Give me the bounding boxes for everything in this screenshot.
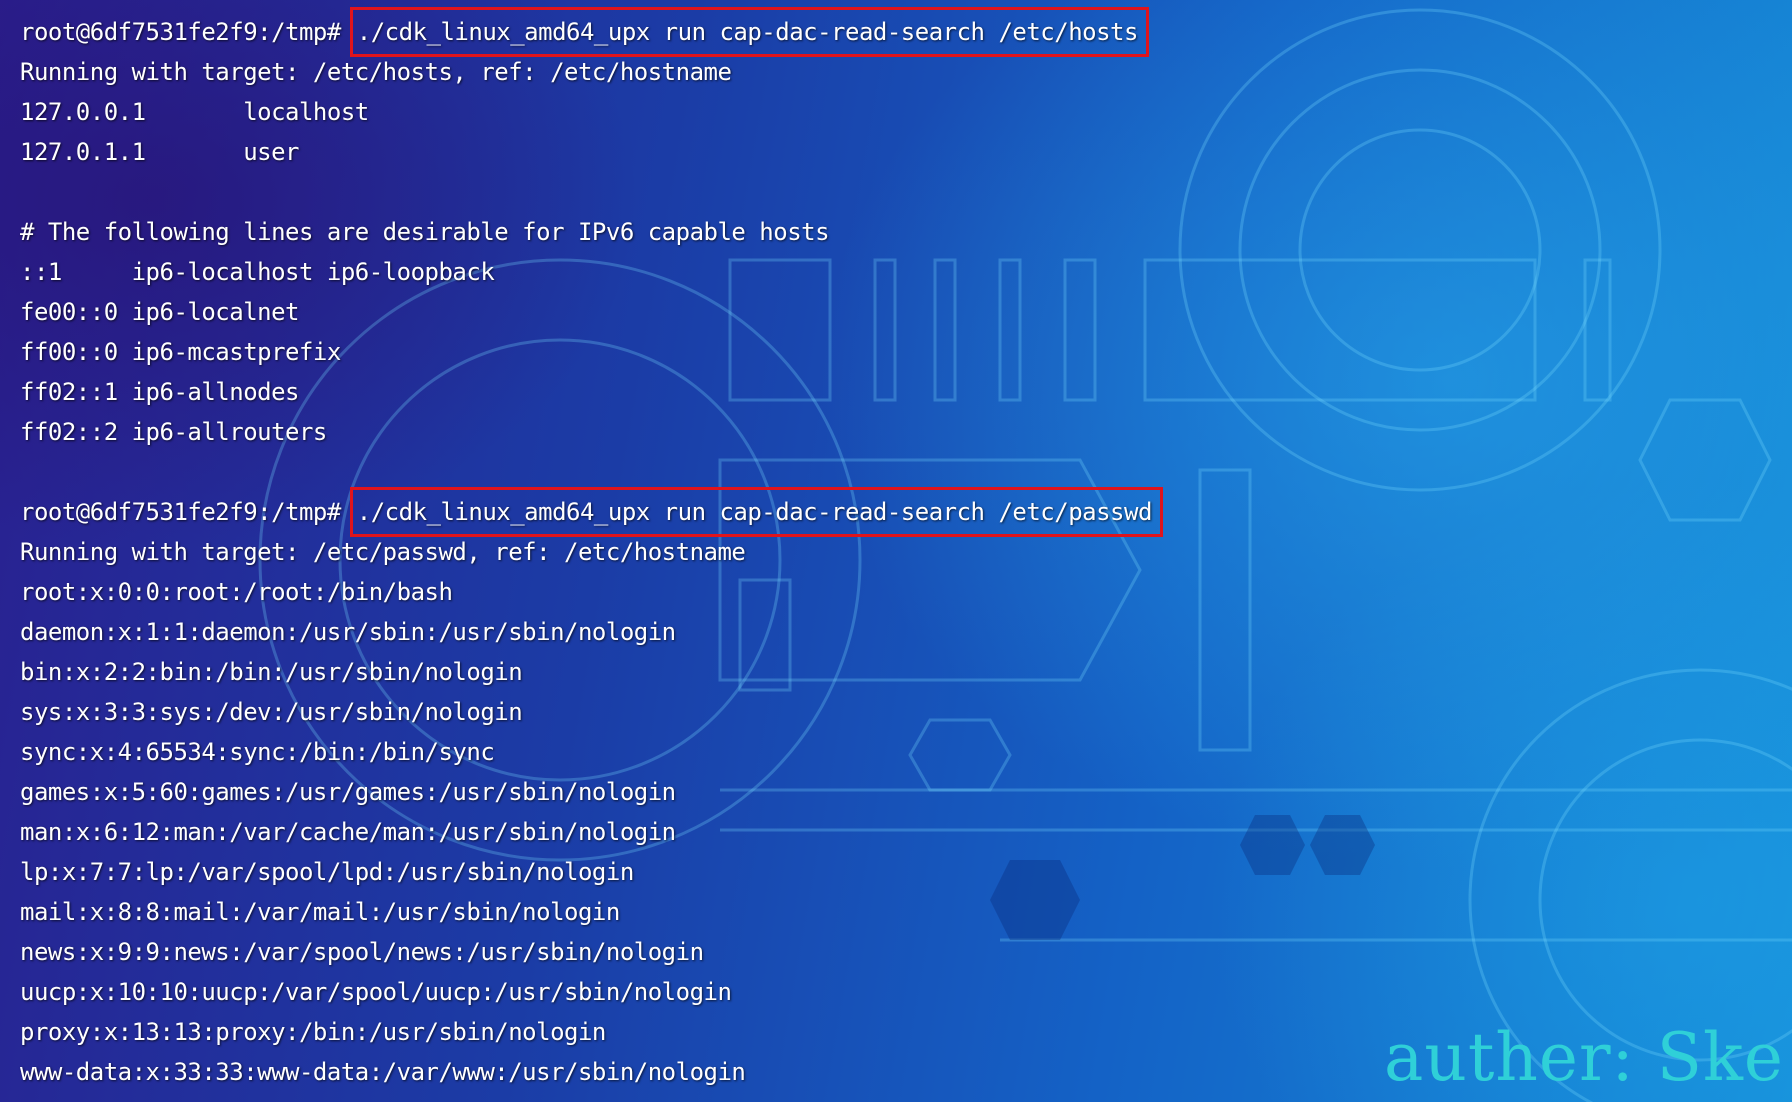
terminal-line: proxy:x:13:13:proxy:/bin:/usr/sbin/nolog…: [20, 1018, 606, 1046]
terminal-line: ff02::1 ip6-allnodes: [20, 378, 299, 406]
terminal-line: games:x:5:60:games:/usr/games:/usr/sbin/…: [20, 778, 676, 806]
terminal-line: 127.0.1.1 user: [20, 138, 299, 166]
highlighted-command: ./cdk_linux_amd64_upx run cap-dac-read-s…: [349, 487, 1163, 537]
terminal-line: 127.0.0.1 localhost: [20, 98, 369, 126]
terminal-line: daemon:x:1:1:daemon:/usr/sbin:/usr/sbin/…: [20, 618, 676, 646]
terminal-line: news:x:9:9:news:/var/spool/news:/usr/sbi…: [20, 938, 704, 966]
terminal-line: ::1 ip6-localhost ip6-loopback: [20, 258, 495, 286]
terminal-line: root@6df7531fe2f9:/tmp# ./cdk_linux_amd6…: [20, 487, 1163, 537]
terminal-line: ff00::0 ip6-mcastprefix: [20, 338, 341, 366]
terminal-line: ff02::2 ip6-allrouters: [20, 418, 327, 446]
shell-prompt: root@6df7531fe2f9:/tmp#: [20, 18, 355, 46]
terminal-line: lp:x:7:7:lp:/var/spool/lpd:/usr/sbin/nol…: [20, 858, 634, 886]
terminal-line: sys:x:3:3:sys:/dev:/usr/sbin/nologin: [20, 698, 523, 726]
terminal-output: root@6df7531fe2f9:/tmp# ./cdk_linux_amd6…: [20, 7, 1163, 1092]
highlighted-command: ./cdk_linux_amd64_upx run cap-dac-read-s…: [349, 7, 1149, 57]
terminal-line: man:x:6:12:man:/var/cache/man:/usr/sbin/…: [20, 818, 676, 846]
shell-prompt: root@6df7531fe2f9:/tmp#: [20, 498, 355, 526]
terminal-line: bin:x:2:2:bin:/bin:/usr/sbin/nologin: [20, 658, 523, 686]
terminal-line: # The following lines are desirable for …: [20, 218, 830, 246]
author-watermark: auther: Ske: [1384, 1019, 1784, 1096]
terminal-line: root:x:0:0:root:/root:/bin/bash: [20, 578, 453, 606]
terminal-line: Running with target: /etc/hosts, ref: /e…: [20, 58, 732, 86]
terminal-line: www-data:x:33:33:www-data:/var/www:/usr/…: [20, 1058, 746, 1086]
terminal-line: sync:x:4:65534:sync:/bin:/bin/sync: [20, 738, 495, 766]
terminal-line: Running with target: /etc/passwd, ref: /…: [20, 538, 746, 566]
terminal-line: uucp:x:10:10:uucp:/var/spool/uucp:/usr/s…: [20, 978, 732, 1006]
terminal-line: root@6df7531fe2f9:/tmp# ./cdk_linux_amd6…: [20, 7, 1149, 57]
terminal-line: mail:x:8:8:mail:/var/mail:/usr/sbin/nolo…: [20, 898, 620, 926]
terminal-line: fe00::0 ip6-localnet: [20, 298, 299, 326]
